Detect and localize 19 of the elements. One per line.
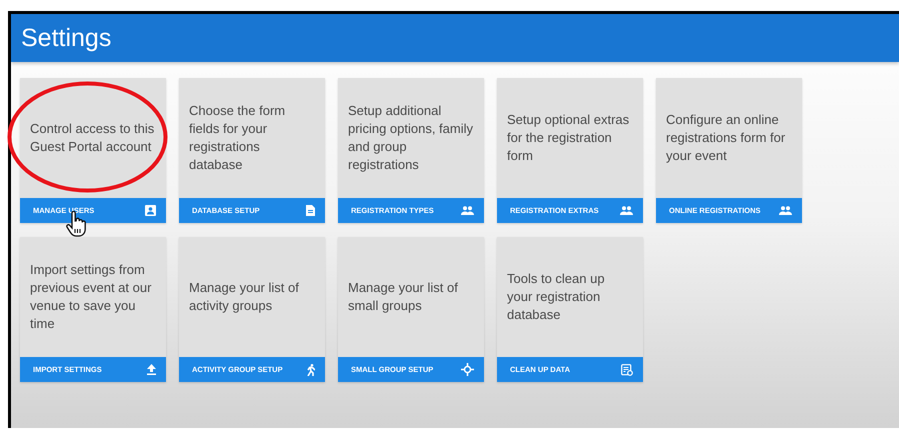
- card-description: Setup optional extras for the registration form: [507, 111, 630, 165]
- card-description: Configure an online registrations form for your event: [666, 111, 786, 165]
- people-icon: [620, 206, 633, 215]
- running-person-icon: [306, 364, 315, 376]
- people-icon: [779, 206, 792, 215]
- list-refresh-icon: [621, 364, 633, 376]
- card-description: Import settings from previous event at our venue to save you time: [30, 261, 152, 333]
- card-description: Control access to this Guest Portal account: [30, 120, 156, 156]
- document-icon: [306, 205, 315, 216]
- card-description: Setup additional pricing options, family and group registrations: [348, 102, 474, 174]
- upload-icon: [147, 364, 156, 375]
- card-description: Tools to clean up your registration database: [507, 270, 606, 324]
- card-description: Manage your list of activity groups: [189, 279, 300, 315]
- contact-card-icon: [145, 205, 156, 216]
- card-description: Choose the form fields for your registrations database: [189, 102, 286, 174]
- page-title: Settings: [21, 24, 112, 52]
- crosshair-icon: [461, 363, 474, 376]
- card-description: Manage your list of small groups: [348, 279, 459, 315]
- people-icon: [461, 206, 474, 215]
